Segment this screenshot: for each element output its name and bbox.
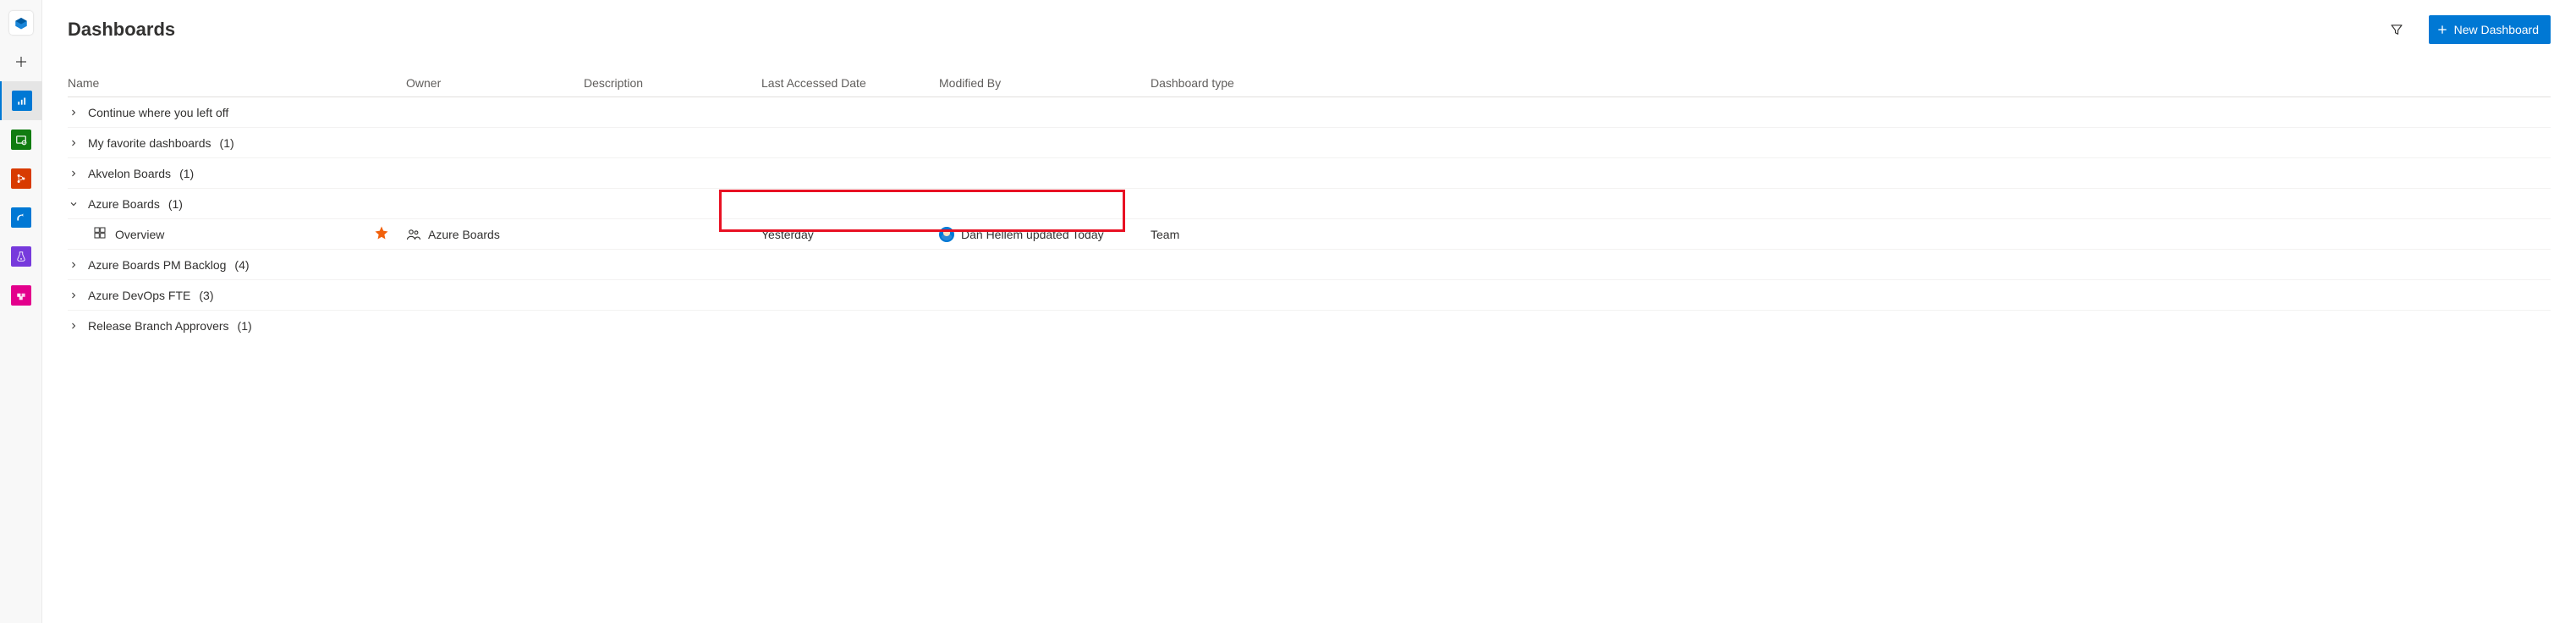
header-actions: New Dashboard xyxy=(2385,15,2551,44)
group-label: Release Branch Approvers xyxy=(88,319,229,333)
group-azure-boards[interactable]: Azure Boards (1) xyxy=(68,189,2551,219)
new-dashboard-button[interactable]: New Dashboard xyxy=(2429,15,2551,44)
group-continue[interactable]: Continue where you left off xyxy=(68,97,2551,128)
chevron-right-icon xyxy=(68,320,80,332)
group-label: Azure Boards xyxy=(88,197,160,211)
last-accessed-cell: Yesterday xyxy=(761,228,939,241)
nav-logo[interactable] xyxy=(0,3,42,42)
dashboard-icon xyxy=(93,226,107,242)
group-count: (4) xyxy=(234,258,249,272)
col-modified-by[interactable]: Modified By xyxy=(939,69,1151,96)
overview-icon xyxy=(12,91,32,111)
page-title: Dashboards xyxy=(68,19,175,41)
col-owner[interactable]: Owner xyxy=(406,69,584,96)
test-plans-icon xyxy=(11,246,31,267)
nav-artifacts[interactable] xyxy=(0,276,42,315)
group-label: Continue where you left off xyxy=(88,106,228,119)
type-cell: Team xyxy=(1151,228,1320,241)
group-count: (1) xyxy=(238,319,252,333)
col-description[interactable]: Description xyxy=(584,69,761,96)
plus-icon xyxy=(2436,23,2449,36)
group-favorites[interactable]: My favorite dashboards (1) xyxy=(68,128,2551,158)
col-type[interactable]: Dashboard type xyxy=(1151,69,1320,96)
dashboard-name: Overview xyxy=(115,228,164,241)
chevron-right-icon xyxy=(68,259,80,271)
modified-by-value: Dan Hellem updated Today xyxy=(961,228,1104,241)
col-name[interactable]: Name xyxy=(68,69,406,96)
table-header: Name Owner Description Last Accessed Dat… xyxy=(68,69,2551,97)
chevron-down-icon xyxy=(68,198,80,210)
nav-boards[interactable] xyxy=(0,120,42,159)
filter-button[interactable] xyxy=(2385,18,2408,41)
chevron-right-icon xyxy=(68,289,80,301)
nav-pipelines[interactable] xyxy=(0,198,42,237)
new-dashboard-label: New Dashboard xyxy=(2454,23,2539,36)
owner-value: Azure Boards xyxy=(428,228,500,241)
nav-repos[interactable] xyxy=(0,159,42,198)
repos-icon xyxy=(11,168,31,189)
boards-icon xyxy=(11,130,31,150)
group-release-approvers[interactable]: Release Branch Approvers (1) xyxy=(68,311,2551,341)
chevron-right-icon xyxy=(68,168,80,179)
user-avatar-icon xyxy=(939,227,954,242)
nav-add[interactable] xyxy=(0,42,42,81)
group-count: (1) xyxy=(179,167,194,180)
group-label: My favorite dashboards xyxy=(88,136,211,150)
team-icon xyxy=(406,227,421,242)
group-azure-pm-backlog[interactable]: Azure Boards PM Backlog (4) xyxy=(68,250,2551,280)
chevron-right-icon xyxy=(68,137,80,149)
devops-logo-icon xyxy=(9,11,33,35)
nav-test-plans[interactable] xyxy=(0,237,42,276)
chevron-right-icon xyxy=(68,107,80,119)
group-akvelon[interactable]: Akvelon Boards (1) xyxy=(68,158,2551,189)
group-devops-fte[interactable]: Azure DevOps FTE (3) xyxy=(68,280,2551,311)
group-label: Akvelon Boards xyxy=(88,167,171,180)
modified-by-cell: Dan Hellem updated Today xyxy=(939,227,1151,242)
plus-icon xyxy=(14,54,29,69)
group-count: (1) xyxy=(168,197,183,211)
main-content: Dashboards New Dashboard Name Owner Desc… xyxy=(42,0,2576,623)
group-label: Azure DevOps FTE xyxy=(88,289,190,302)
page-header: Dashboards New Dashboard xyxy=(68,15,2551,44)
col-last-accessed[interactable]: Last Accessed Date xyxy=(761,69,939,96)
group-label: Azure Boards PM Backlog xyxy=(88,258,226,272)
dashboard-row-overview[interactable]: Overview Azure Boards Yesterday Dan Hell… xyxy=(68,219,2551,250)
pipelines-icon xyxy=(11,207,31,228)
nav-overview[interactable] xyxy=(0,81,42,120)
group-count: (3) xyxy=(199,289,213,302)
favorite-star-icon[interactable] xyxy=(374,225,389,243)
filter-icon xyxy=(2389,22,2404,37)
sidebar xyxy=(0,0,42,623)
group-count: (1) xyxy=(220,136,234,150)
artifacts-icon xyxy=(11,285,31,306)
owner-cell: Azure Boards xyxy=(406,227,584,242)
